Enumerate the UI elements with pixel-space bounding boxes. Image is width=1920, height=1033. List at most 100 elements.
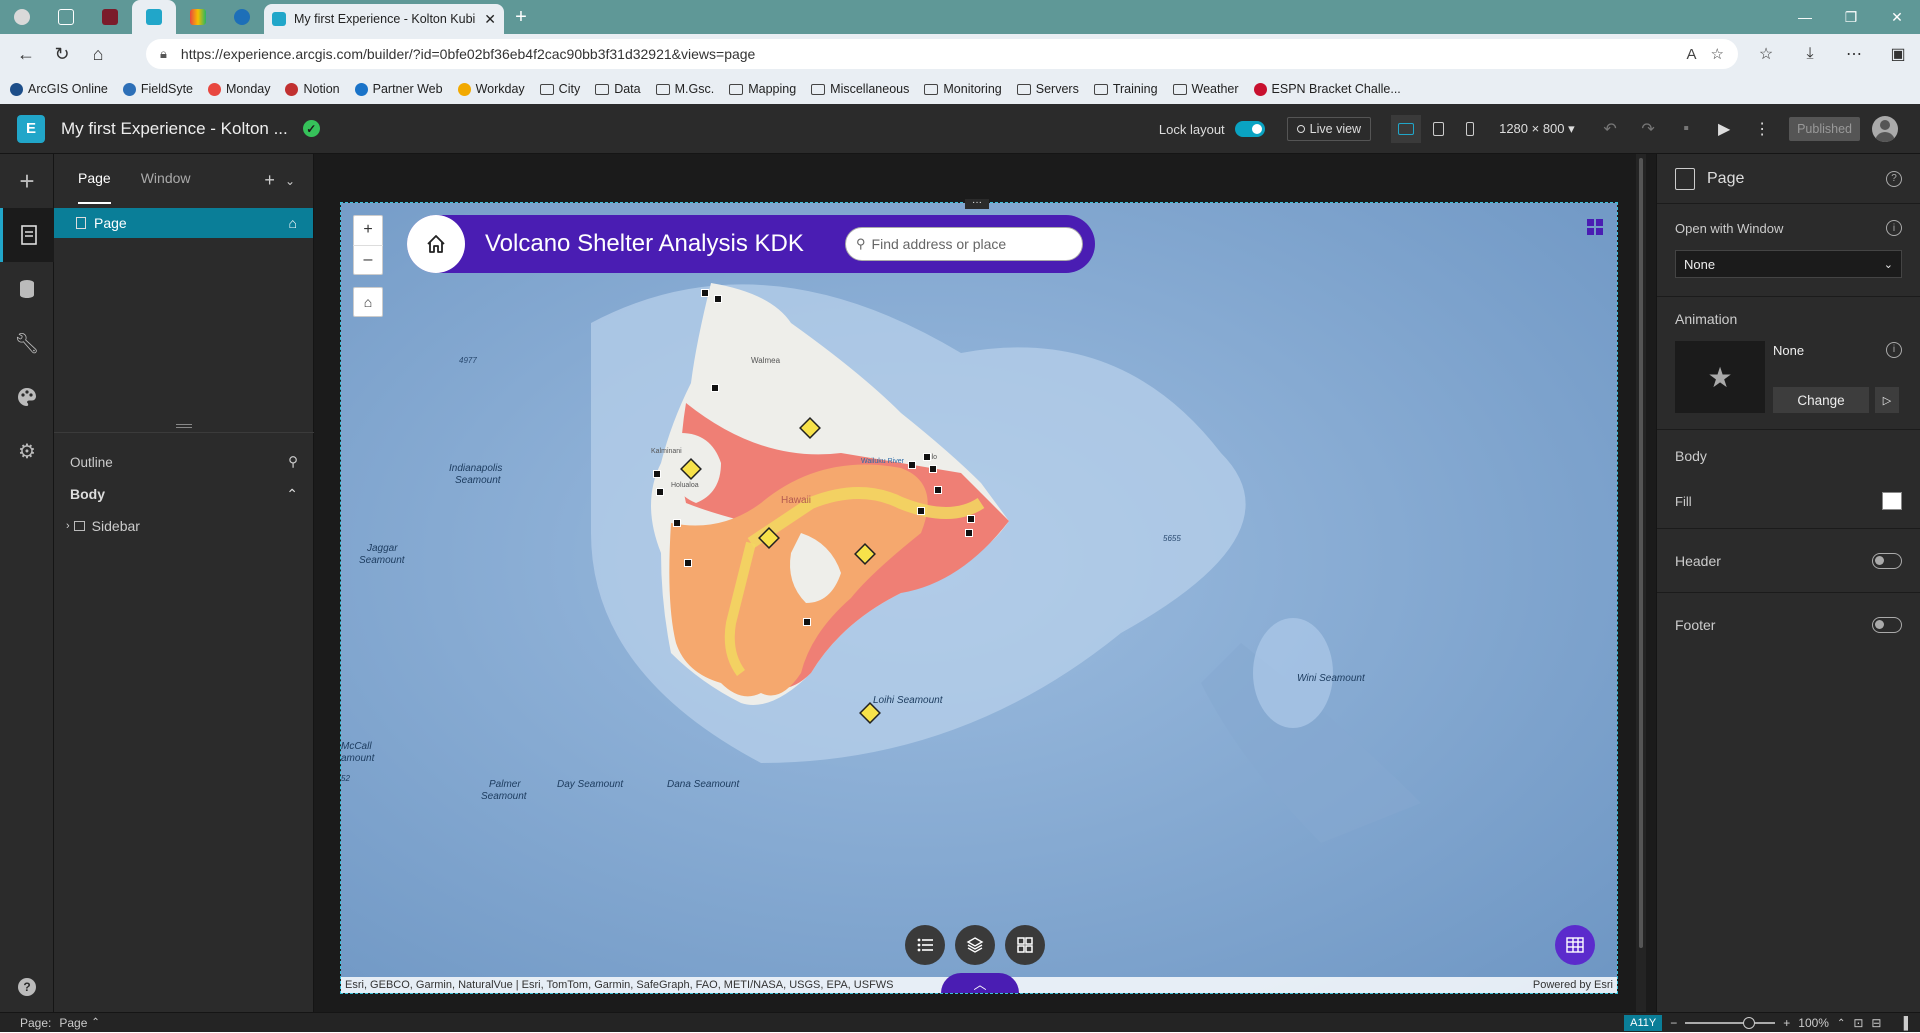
avatar[interactable]: [1872, 116, 1898, 142]
facility-square-marker[interactable]: [967, 515, 975, 523]
a11y-badge[interactable]: A11Y: [1624, 1015, 1663, 1031]
chevron-up-icon[interactable]: ⌃: [91, 1017, 99, 1028]
bookmark-item[interactable]: ESPN Bracket Challe...: [1253, 82, 1401, 96]
facility-square-marker[interactable]: [923, 453, 931, 461]
bookmark-item[interactable]: ArcGIS Online: [10, 82, 108, 96]
phone-device-icon[interactable]: [1455, 115, 1485, 143]
expand-panel-button[interactable]: ︿: [941, 973, 1019, 993]
search-icon[interactable]: ⚲: [288, 454, 298, 470]
legend-list-button[interactable]: [905, 925, 945, 965]
fill-color-swatch[interactable]: [1882, 492, 1902, 510]
facility-square-marker[interactable]: [653, 470, 661, 478]
body-tree-node[interactable]: Body ⌃: [54, 478, 314, 510]
info-icon[interactable]: i: [1886, 220, 1902, 236]
help-icon[interactable]: ?: [1886, 170, 1902, 187]
tools-wrench-icon[interactable]: 🔧︎: [0, 316, 54, 370]
bookmark-item[interactable]: Servers: [1016, 82, 1079, 96]
profile-icon[interactable]: [0, 0, 44, 34]
help-icon[interactable]: ?: [18, 978, 36, 996]
bookmark-item[interactable]: City: [539, 82, 580, 96]
home-icon[interactable]: ⌂: [80, 34, 116, 74]
layers-button[interactable]: [955, 925, 995, 965]
facility-square-marker[interactable]: [684, 559, 692, 567]
facility-square-marker[interactable]: [673, 519, 681, 527]
settings-gear-icon[interactable]: ⚙︎: [0, 424, 54, 478]
favorite-star-icon[interactable]: ☆: [1711, 45, 1724, 63]
bookmark-item[interactable]: Weather: [1172, 82, 1239, 96]
favorites-icon[interactable]: ☆: [1744, 34, 1788, 74]
lock-layout-toggle[interactable]: [1234, 121, 1265, 137]
downloads-icon[interactable]: ⤓: [1788, 34, 1832, 74]
facility-square-marker[interactable]: [656, 488, 664, 496]
zoom-out-button[interactable]: –: [353, 244, 383, 274]
screen-size-dropdown[interactable]: 1280 × 800 ▾: [1499, 121, 1591, 137]
toggle-panel-icon[interactable]: ▐: [1899, 1016, 1908, 1030]
more-options-icon[interactable]: ⋮: [1743, 104, 1781, 154]
active-browser-tab[interactable]: My first Experience - Kolton Kubi ✕: [264, 4, 504, 34]
page-list-item[interactable]: Page ⌂: [54, 208, 313, 238]
tab-favicon-experience[interactable]: [132, 0, 176, 34]
title-home-button[interactable]: [407, 215, 465, 273]
powered-by-esri[interactable]: Powered by Esri: [1533, 977, 1613, 993]
chevron-up-icon[interactable]: ⌃: [1837, 1018, 1845, 1029]
tab-favicon-tamu[interactable]: [88, 0, 132, 34]
experience-title[interactable]: My first Experience - Kolton ...: [61, 119, 288, 139]
fit-width-icon[interactable]: ⊡: [1853, 1016, 1863, 1030]
bookmark-item[interactable]: Monday: [208, 82, 270, 96]
facility-square-marker[interactable]: [701, 289, 709, 297]
read-aloud-icon[interactable]: A: [1687, 46, 1697, 63]
facility-square-marker[interactable]: [917, 507, 925, 515]
widget-grid-icon[interactable]: [1587, 219, 1603, 235]
chevron-down-icon[interactable]: ⌄: [285, 170, 295, 192]
preview-icon[interactable]: ▶: [1705, 104, 1743, 154]
more-icon[interactable]: ⋯: [1832, 34, 1876, 74]
zoom-in-icon[interactable]: +: [1783, 1016, 1790, 1030]
tab-window[interactable]: Window: [141, 154, 191, 204]
widget-drag-handle[interactable]: ···: [965, 198, 989, 209]
map-search-input[interactable]: ⚲ Find address or place: [845, 227, 1083, 261]
close-tab-icon[interactable]: ✕: [484, 11, 496, 28]
bookmark-item[interactable]: Workday: [457, 82, 525, 96]
experience-builder-logo-icon[interactable]: E: [17, 114, 45, 143]
basemap-gallery-button[interactable]: [1005, 925, 1045, 965]
tab-page[interactable]: Page: [78, 154, 111, 204]
canvas-scrollbar[interactable]: [1636, 154, 1646, 1012]
tablet-device-icon[interactable]: [1423, 115, 1453, 143]
bookmark-item[interactable]: Mapping: [729, 82, 796, 96]
save-icon[interactable]: ▪: [1667, 104, 1705, 154]
bookmark-item[interactable]: FieldSyte: [122, 82, 193, 96]
facility-square-marker[interactable]: [711, 384, 719, 392]
bookmark-item[interactable]: Monitoring: [924, 82, 1002, 96]
map-home-button[interactable]: ⌂: [353, 287, 383, 317]
undo-icon[interactable]: ↶: [1591, 104, 1629, 154]
facility-square-marker[interactable]: [929, 465, 937, 473]
sidebar-toggle-icon[interactable]: ▣: [1876, 34, 1920, 74]
zoom-out-icon[interactable]: −: [1670, 1016, 1677, 1030]
expand-chevron-icon[interactable]: ›: [66, 520, 70, 532]
theme-palette-icon[interactable]: [0, 370, 54, 424]
open-with-window-dropdown[interactable]: None ⌄: [1675, 250, 1902, 278]
add-page-icon[interactable]: +: [264, 170, 275, 192]
page-status-value[interactable]: Page: [59, 1016, 87, 1030]
zoom-in-button[interactable]: +: [353, 216, 383, 245]
panel-resize-grip[interactable]: [176, 424, 192, 428]
footer-toggle[interactable]: [1872, 617, 1902, 633]
change-animation-button[interactable]: Change: [1773, 387, 1869, 413]
live-view-button[interactable]: Live view: [1286, 117, 1372, 141]
home-page-icon[interactable]: ⌂: [289, 215, 297, 231]
zoom-slider[interactable]: [1685, 1017, 1776, 1029]
redo-icon[interactable]: ↷: [1629, 104, 1667, 154]
workspaces-icon[interactable]: [44, 0, 88, 34]
header-toggle[interactable]: [1872, 552, 1902, 569]
bookmark-item[interactable]: M.Gsc.: [655, 82, 714, 96]
minimize-icon[interactable]: —: [1782, 0, 1828, 34]
refresh-icon[interactable]: ↻: [44, 34, 80, 74]
play-animation-icon[interactable]: ▷: [1875, 387, 1899, 413]
new-tab-button[interactable]: +: [504, 0, 538, 34]
close-window-icon[interactable]: ✕: [1874, 0, 1920, 34]
table-button[interactable]: [1555, 925, 1595, 965]
fit-height-icon[interactable]: ⊟: [1871, 1016, 1881, 1030]
url-field[interactable]: 🔒︎ https://experience.arcgis.com/builder…: [146, 39, 1738, 69]
chevron-up-icon[interactable]: ⌃: [286, 486, 298, 503]
facility-square-marker[interactable]: [908, 461, 916, 469]
